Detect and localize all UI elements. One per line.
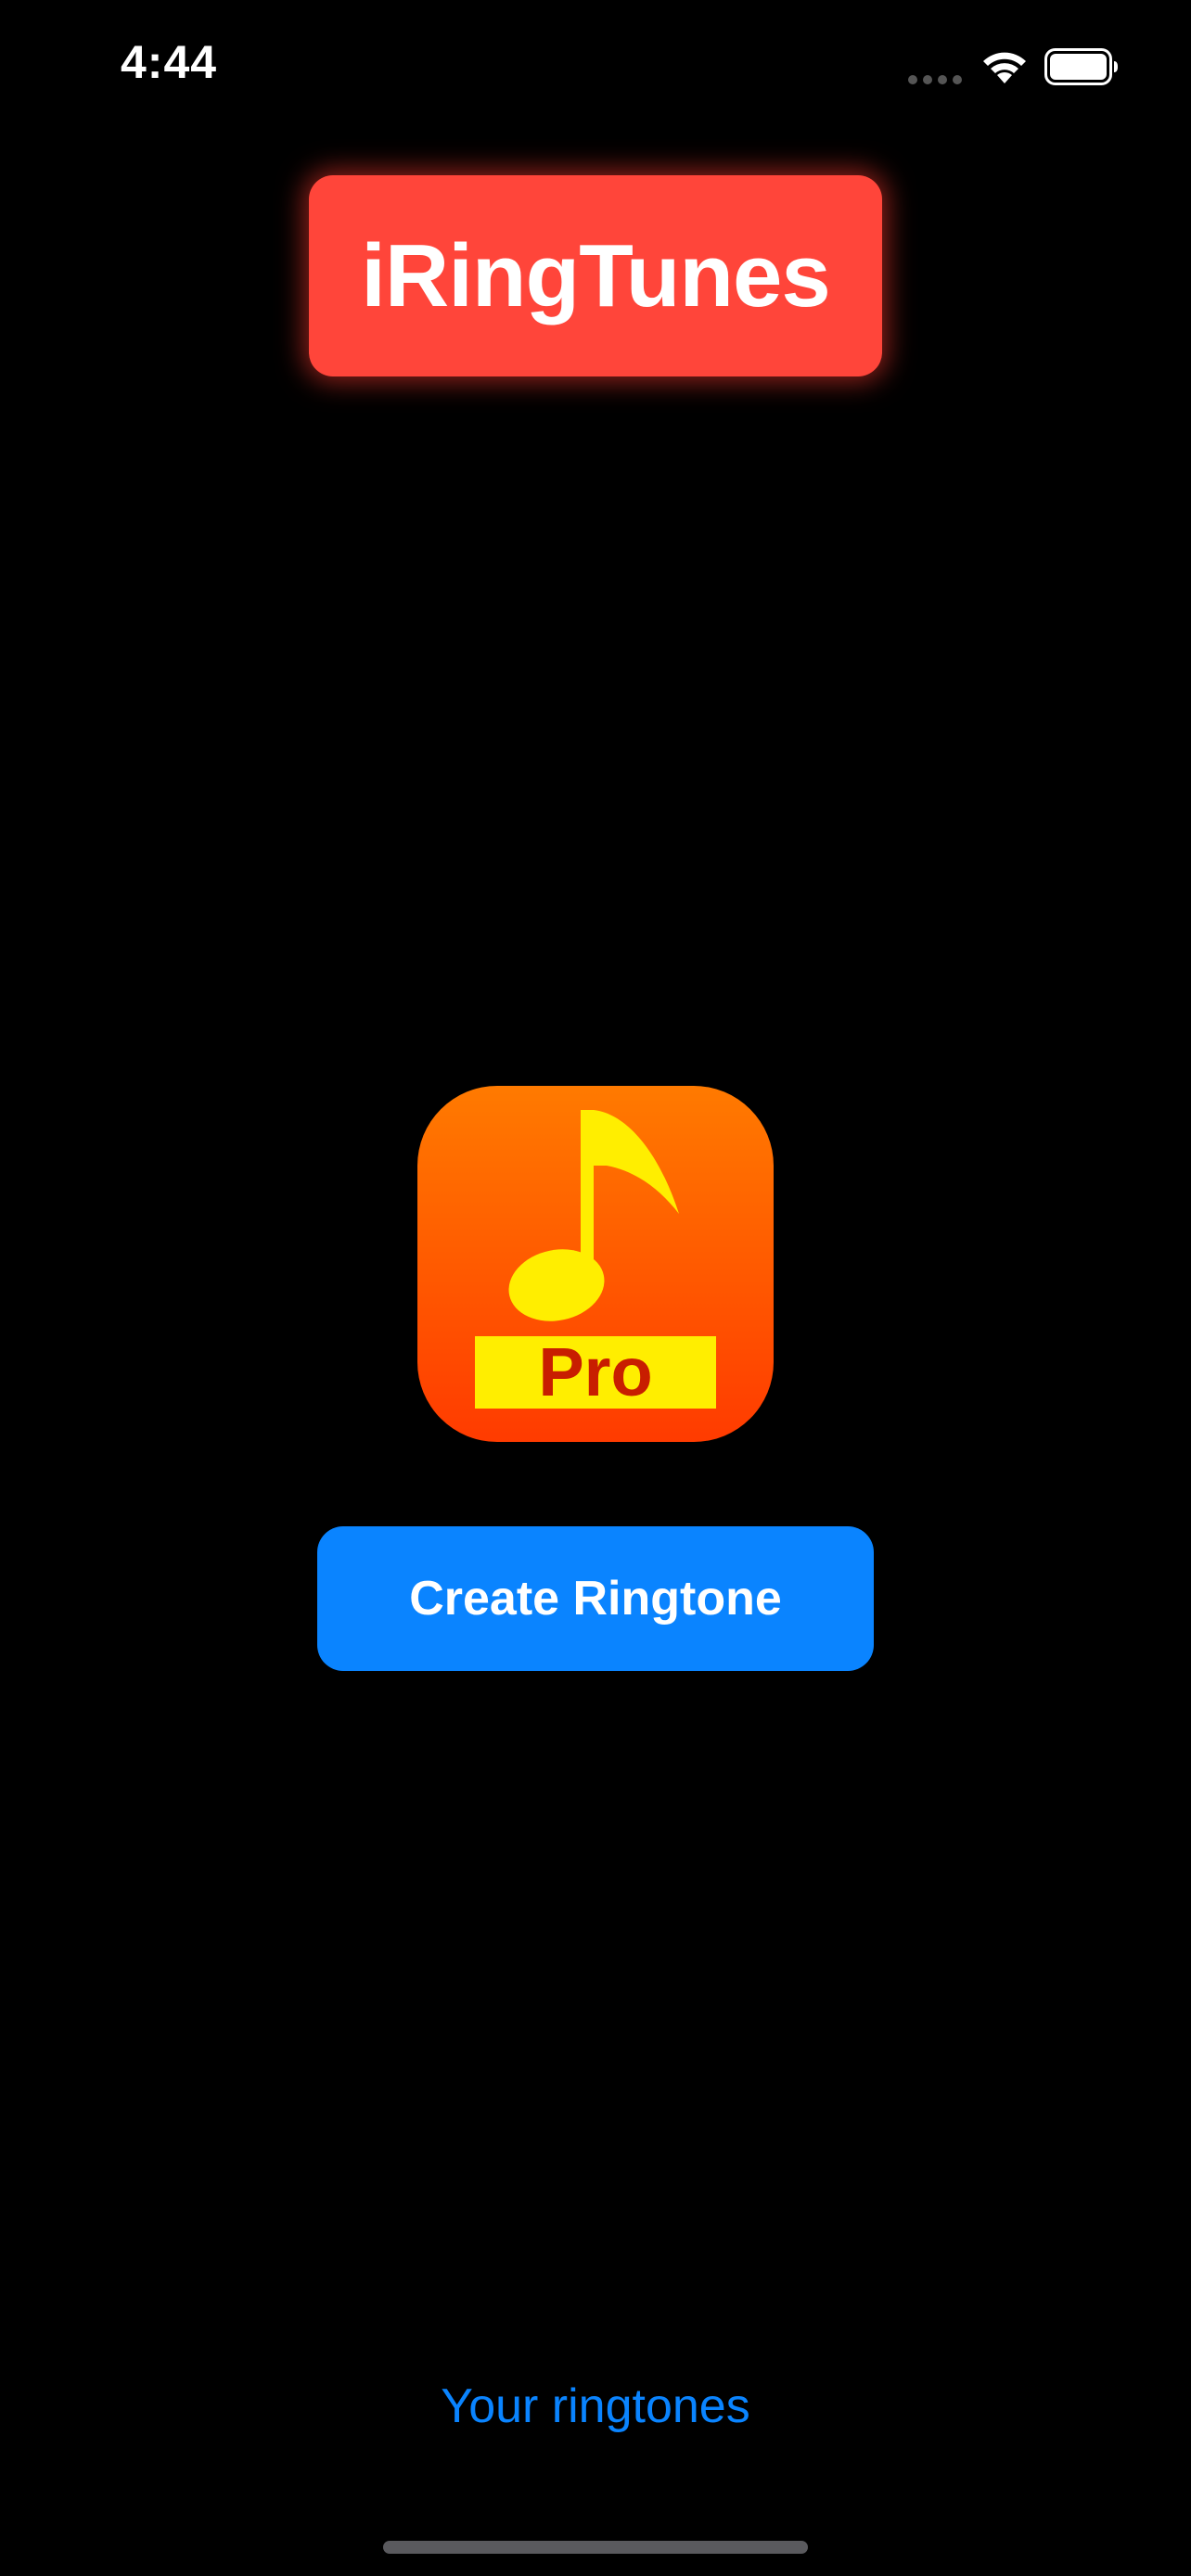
your-ringtones-link[interactable]: Your ringtones (0, 2378, 1191, 2434)
app-title-badge: iRingTunes (309, 175, 882, 376)
pro-label: Pro (538, 1333, 652, 1410)
signal-dots-icon (908, 75, 962, 84)
create-ringtone-label: Create Ringtone (409, 1572, 782, 1626)
home-indicator[interactable] (383, 2541, 808, 2554)
music-note-pro-icon: Pro (417, 1086, 774, 1442)
app-title: iRingTunes (361, 225, 831, 325)
create-ringtone-button[interactable]: Create Ringtone (317, 1526, 874, 1671)
status-time: 4:44 (121, 36, 218, 88)
battery-icon (1044, 48, 1118, 85)
wifi-icon (983, 52, 1026, 83)
status-bar: 4:44 (0, 0, 1191, 130)
